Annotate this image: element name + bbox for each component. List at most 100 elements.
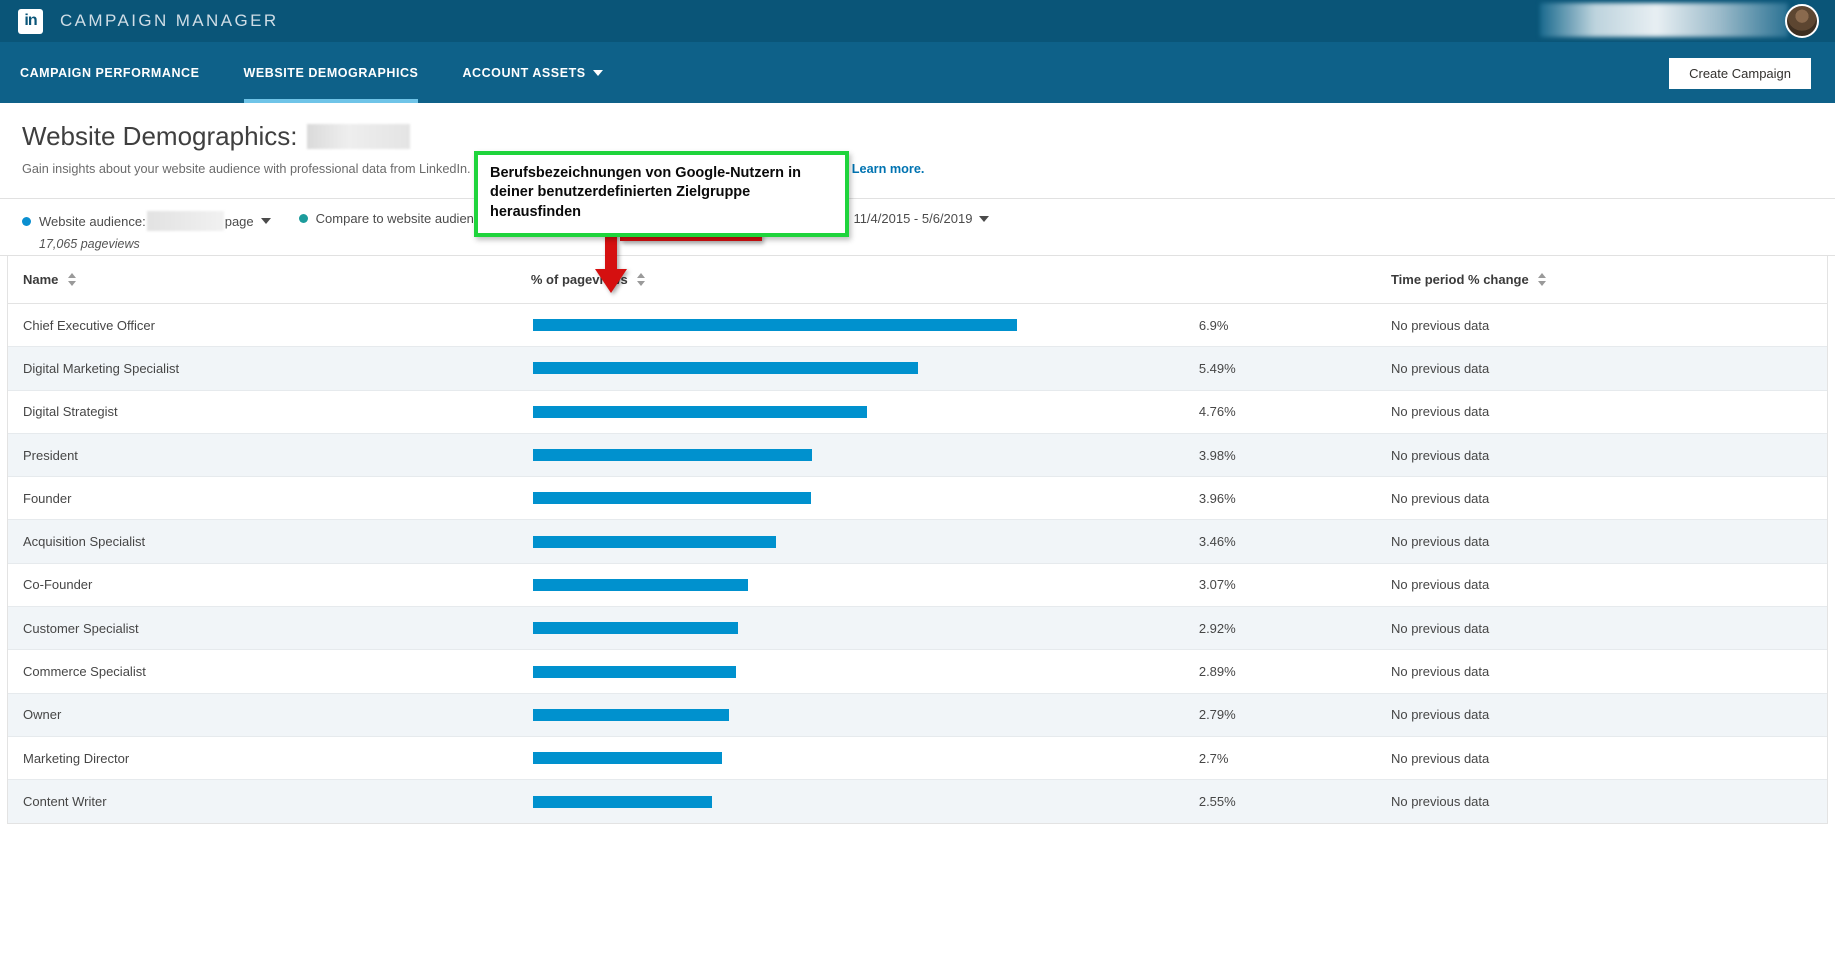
- bar-track: [531, 666, 1193, 678]
- row-job-title: Digital Marketing Specialist: [8, 347, 531, 390]
- app-title: CAMPAIGN MANAGER: [60, 11, 279, 31]
- row-job-title: President: [8, 433, 531, 476]
- row-bar-cell: [531, 433, 1193, 476]
- row-pageviews-percent: 2.79%: [1193, 693, 1382, 736]
- row-bar-cell: [531, 390, 1193, 433]
- table-row[interactable]: Acquisition Specialist3.46%No previous d…: [8, 520, 1827, 563]
- table-row[interactable]: Commerce Specialist2.89%No previous data: [8, 650, 1827, 693]
- table-row[interactable]: Chief Executive Officer6.9%No previous d…: [8, 304, 1827, 347]
- bar-track: [531, 406, 1193, 418]
- row-job-title: Co-Founder: [8, 563, 531, 606]
- account-name-redacted: [1540, 3, 1788, 37]
- table-row[interactable]: Content Writer 2.55%No previous data: [8, 780, 1827, 823]
- pageviews-bar: [533, 406, 867, 418]
- bar-track: [531, 536, 1193, 548]
- table-row[interactable]: Customer Specialist2.92%No previous data: [8, 607, 1827, 650]
- row-bar-cell: [531, 563, 1193, 606]
- bar-track: [531, 622, 1193, 634]
- column-header-time-change[interactable]: Time period % change: [1382, 256, 1827, 304]
- bar-track: [531, 492, 1193, 504]
- bar-track: [531, 579, 1193, 591]
- create-campaign-button[interactable]: Create Campaign: [1669, 58, 1811, 89]
- pageviews-bar: [533, 752, 722, 764]
- row-pageviews-percent: 4.76%: [1193, 390, 1382, 433]
- tab-campaign-performance[interactable]: CAMPAIGN PERFORMANCE: [20, 42, 200, 103]
- pageviews-count: 17,065 pageviews: [39, 237, 271, 251]
- tab-website-demographics-label: WEBSITE DEMOGRAPHICS: [244, 66, 419, 80]
- top-brand-bar: in CAMPAIGN MANAGER: [0, 0, 1835, 42]
- sort-icon[interactable]: [1538, 273, 1547, 286]
- row-time-period-change: No previous data: [1382, 607, 1827, 650]
- row-job-title: Founder: [8, 477, 531, 520]
- learn-more-link[interactable]: Learn more.: [852, 162, 925, 176]
- user-avatar[interactable]: [1785, 4, 1819, 38]
- row-time-period-change: No previous data: [1382, 477, 1827, 520]
- tab-account-assets-label: ACCOUNT ASSETS: [462, 66, 585, 80]
- table-head: Name % of pageviews Time period % change: [8, 256, 1827, 304]
- table-row[interactable]: Co-Founder 3.07%No previous data: [8, 563, 1827, 606]
- row-bar-cell: [531, 477, 1193, 520]
- pageviews-bar: [533, 536, 776, 548]
- table-row[interactable]: Digital Marketing Specialist5.49%No prev…: [8, 347, 1827, 390]
- row-time-period-change: No previous data: [1382, 780, 1827, 823]
- pageviews-bar: [533, 579, 748, 591]
- row-job-title: Owner: [8, 693, 531, 736]
- bar-track: [531, 319, 1193, 331]
- row-time-period-change: No previous data: [1382, 693, 1827, 736]
- linkedin-logo-icon[interactable]: in: [18, 9, 43, 34]
- table-row[interactable]: President3.98%No previous data: [8, 433, 1827, 476]
- row-time-period-change: No previous data: [1382, 736, 1827, 779]
- row-pageviews-percent: 2.7%: [1193, 736, 1382, 779]
- annotation-arrow: [594, 229, 628, 300]
- website-audience-value-suffix: page: [225, 214, 254, 229]
- row-time-period-change: No previous data: [1382, 563, 1827, 606]
- page-title-text: Website Demographics:: [22, 121, 298, 152]
- tab-account-assets[interactable]: ACCOUNT ASSETS: [462, 42, 602, 103]
- pageviews-bar: [533, 449, 812, 461]
- bar-track: [531, 752, 1193, 764]
- row-job-title: Acquisition Specialist: [8, 520, 531, 563]
- website-audience-chevron-down-icon[interactable]: [261, 218, 271, 224]
- row-bar-cell: [531, 520, 1193, 563]
- row-job-title: Customer Specialist: [8, 607, 531, 650]
- row-time-period-change: No previous data: [1382, 650, 1827, 693]
- compare-dot-icon: [299, 214, 308, 223]
- row-pageviews-percent: 2.55%: [1193, 780, 1382, 823]
- sort-icon[interactable]: [637, 273, 646, 286]
- pageviews-bar: [533, 709, 729, 721]
- bar-track: [531, 796, 1193, 808]
- annotation-callout-text: Berufsbezeichnungen von Google-Nutzern i…: [490, 165, 801, 220]
- pageviews-bar: [533, 796, 712, 808]
- bar-track: [531, 709, 1193, 721]
- filter-website-audience[interactable]: Website audience: page 17,065 pageviews: [22, 211, 271, 251]
- table-row[interactable]: Owner 2.79%No previous data: [8, 693, 1827, 736]
- time-range-value: 11/4/2015 - 5/6/2019: [853, 211, 972, 226]
- row-pageviews-percent: 3.98%: [1193, 433, 1382, 476]
- column-header-pageviews-pct[interactable]: % of pageviews: [531, 256, 1193, 304]
- row-pageviews-percent: 5.49%: [1193, 347, 1382, 390]
- row-job-title: Chief Executive Officer: [8, 304, 531, 347]
- demographics-table-container: Name % of pageviews Time period % change…: [7, 256, 1828, 824]
- row-pageviews-percent: 3.07%: [1193, 563, 1382, 606]
- row-job-title: Commerce Specialist: [8, 650, 531, 693]
- table-row[interactable]: Founder 3.96%No previous data: [8, 477, 1827, 520]
- table-row[interactable]: Digital Strategist4.76%No previous data: [8, 390, 1827, 433]
- demographics-table: Name % of pageviews Time period % change…: [8, 256, 1827, 823]
- row-job-title: Content Writer: [8, 780, 531, 823]
- pageviews-bar: [533, 319, 1017, 331]
- row-bar-cell: [531, 693, 1193, 736]
- time-range-chevron-down-icon[interactable]: [979, 216, 989, 222]
- page-header: Website Demographics: Gain insights abou…: [0, 103, 1835, 176]
- pageviews-bar: [533, 666, 736, 678]
- pageviews-bar: [533, 362, 918, 374]
- column-header-name[interactable]: Name: [8, 256, 531, 304]
- annotation-callout: Berufsbezeichnungen von Google-Nutzern i…: [474, 151, 849, 237]
- table-row[interactable]: Marketing Director2.7%No previous data: [8, 736, 1827, 779]
- tab-website-demographics[interactable]: WEBSITE DEMOGRAPHICS: [244, 42, 419, 103]
- audience-dot-icon: [22, 217, 31, 226]
- row-pageviews-percent: 3.96%: [1193, 477, 1382, 520]
- page-subtitle: Gain insights about your website audienc…: [22, 162, 1835, 176]
- sort-icon[interactable]: [68, 273, 77, 286]
- row-time-period-change: No previous data: [1382, 304, 1827, 347]
- row-bar-cell: [531, 780, 1193, 823]
